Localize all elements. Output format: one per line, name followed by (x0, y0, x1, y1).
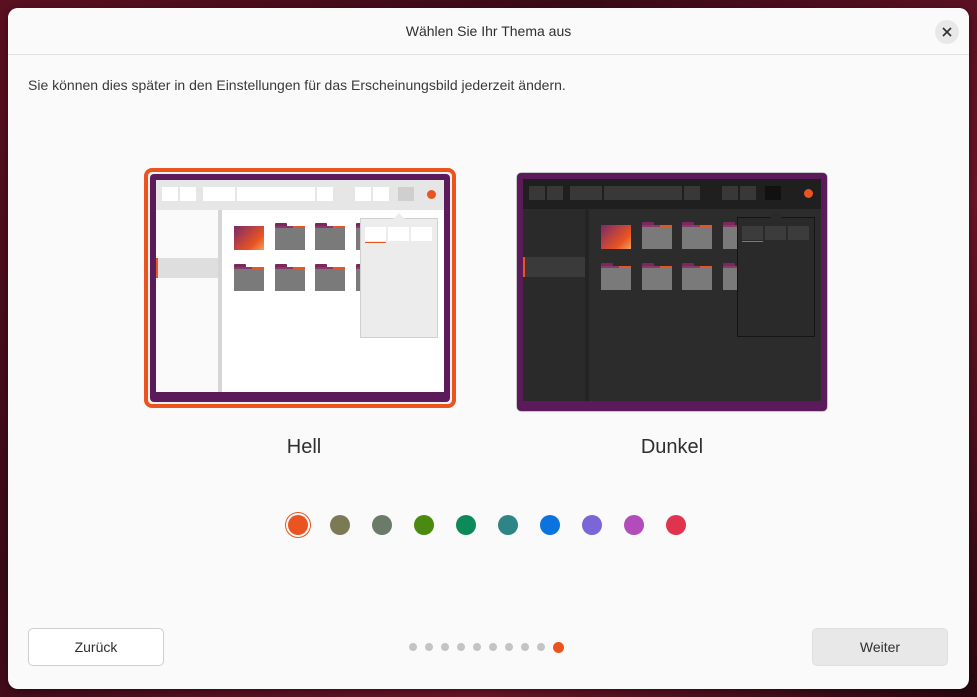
dialog-title: Wählen Sie Ihr Thema aus (405, 23, 572, 39)
page-dot (457, 643, 465, 651)
accent-color-red[interactable] (666, 515, 686, 535)
page-dot (441, 643, 449, 651)
theme-preview-dark (517, 173, 827, 411)
accent-color-olive[interactable] (414, 515, 434, 535)
theme-option-dark[interactable]: Dunkel (516, 168, 828, 458)
accent-color-bark[interactable] (330, 515, 350, 535)
accent-color-orange[interactable] (288, 515, 308, 535)
accent-color-prussian-green[interactable] (498, 515, 518, 535)
page-dot (521, 643, 529, 651)
next-button[interactable]: Weiter (812, 628, 948, 666)
page-dot (489, 643, 497, 651)
theme-preview-frame-dark (516, 172, 828, 412)
close-button[interactable] (935, 20, 959, 44)
accent-color-magenta[interactable] (624, 515, 644, 535)
page-dot (425, 643, 433, 651)
page-dot (409, 643, 417, 651)
theme-preview-frame-light (144, 168, 456, 408)
close-icon (942, 27, 952, 37)
page-dot (473, 643, 481, 651)
theme-label-light: Hell (286, 436, 322, 458)
accent-color-purple[interactable] (582, 515, 602, 535)
accent-color-blue[interactable] (540, 515, 560, 535)
page-dot (505, 643, 513, 651)
page-dot (553, 642, 564, 653)
header-bar: Wählen Sie Ihr Thema aus (8, 8, 969, 55)
accent-color-sage[interactable] (372, 515, 392, 535)
dialog-subtitle: Sie können dies später in den Einstellun… (28, 77, 566, 93)
theme-option-light[interactable]: Hell (144, 168, 456, 458)
theme-preview-light (150, 174, 450, 402)
accent-color-viridian[interactable] (456, 515, 476, 535)
back-button[interactable]: Zurück (28, 628, 164, 666)
theme-label-dark: Dunkel (640, 436, 704, 458)
theme-dialog: Wählen Sie Ihr Thema aus Sie können dies… (8, 8, 969, 689)
page-dot (537, 643, 545, 651)
